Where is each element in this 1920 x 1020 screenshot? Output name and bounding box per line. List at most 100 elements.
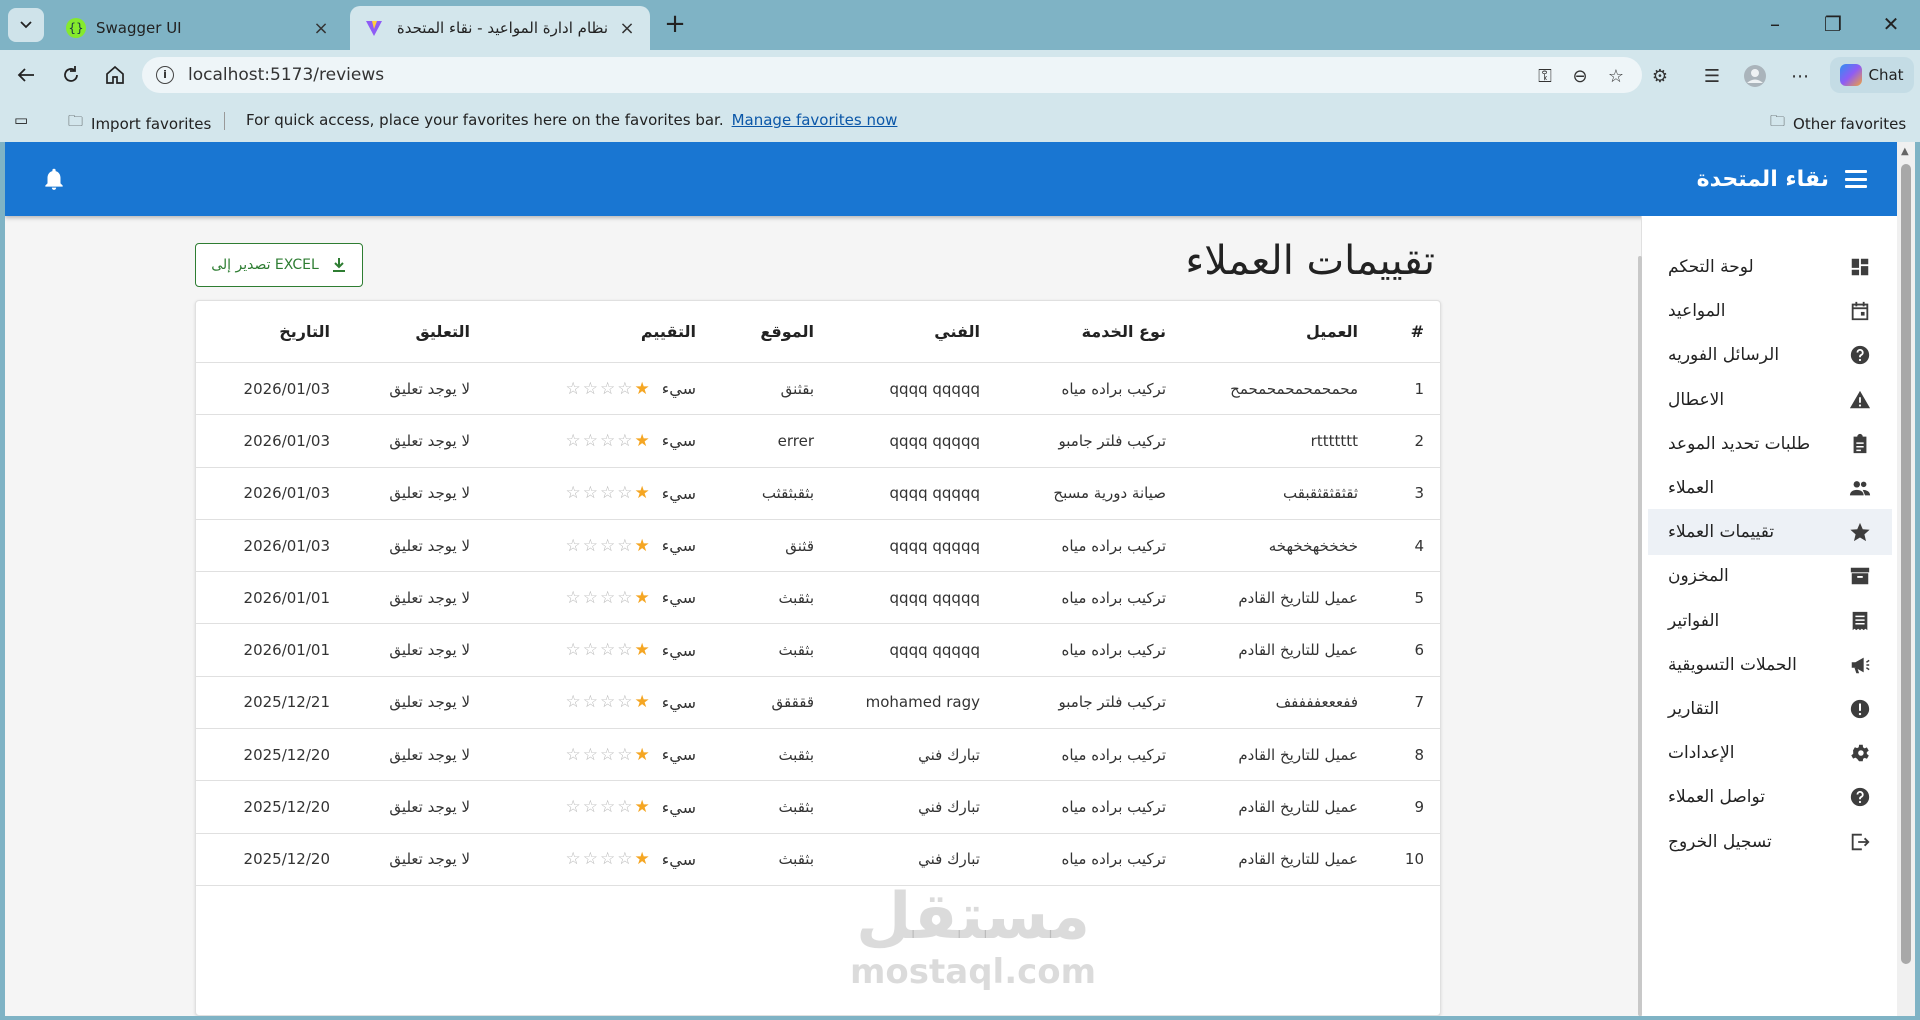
sidebar-item[interactable]: تواصل العملاء <box>1648 774 1892 820</box>
reload-icon <box>64 66 78 82</box>
star-empty-icon: ☆ <box>565 430 581 451</box>
address-bar[interactable]: i localhost:5173/reviews <box>142 57 1642 93</box>
col-service: نوع الخدمة <box>1081 322 1166 341</box>
close-tab-icon[interactable]: × <box>618 18 636 39</box>
import-favorites-button[interactable]: 🗀 Import favorites <box>68 111 211 136</box>
rating-label: سيء <box>661 483 696 503</box>
extensions-icon[interactable]: ⚙ <box>1647 63 1673 89</box>
sidebar-item[interactable]: المخزون <box>1648 553 1892 599</box>
star-filled-icon: ★ <box>634 849 650 870</box>
rating-stars: ★ ☆ ☆ ☆ ☆ <box>565 483 649 503</box>
favorite-star-icon[interactable]: ☆ <box>1603 63 1629 89</box>
profile-avatar[interactable] <box>1742 63 1768 89</box>
sidebar-item-label: التقارير <box>1668 699 1720 719</box>
star-empty-icon: ☆ <box>582 640 598 661</box>
back-button[interactable] <box>10 59 42 91</box>
menu-icon[interactable] <box>1845 170 1867 188</box>
zoom-out-icon[interactable]: ⊖ <box>1567 63 1593 89</box>
rating-label: سيء <box>661 797 696 817</box>
sidebar-item[interactable]: الرسائل الفوريه <box>1648 332 1892 378</box>
rating-label: سيء <box>661 849 696 869</box>
cell-date: 2026/01/01 <box>243 641 330 660</box>
close-tab-icon[interactable]: × <box>312 18 330 39</box>
reload-button[interactable] <box>55 59 87 91</box>
tab-swagger[interactable]: {} Swagger UI × <box>52 6 344 50</box>
page-scrollbar[interactable]: ▲ <box>1897 142 1915 1016</box>
tab-list-button[interactable] <box>8 8 44 42</box>
rating-stars: ★ ☆ ☆ ☆ ☆ <box>565 692 649 712</box>
table-row: 9 عميل للتاريخ القادم تركيب براده مياه تبار… <box>196 781 1440 834</box>
sidebar-item[interactable]: الإعدادات <box>1648 730 1892 776</box>
page-viewport: نقاء المتحدة لوحة التحكم المواعيد الرسائل … <box>5 142 1915 1016</box>
rating-label: سيء <box>661 431 696 451</box>
sidebar-item[interactable]: تقييمات العملاء <box>1648 509 1892 556</box>
reading-list-icon[interactable]: ▭ <box>14 111 28 129</box>
sidebar-item[interactable]: طلبات تحديد الموعد <box>1648 421 1892 467</box>
scroll-up-arrow-icon[interactable]: ▲ <box>1901 146 1909 157</box>
folder-icon: 🗀 <box>1770 112 1786 130</box>
rating-label: سيء <box>661 536 696 556</box>
sidebar-item[interactable]: الفواتير <box>1648 598 1892 644</box>
sidebar-item[interactable]: الاعطال <box>1648 377 1892 423</box>
cell-rating: سيء ★ ☆ ☆ ☆ ☆ <box>496 781 696 832</box>
notifications-bell-icon[interactable] <box>41 166 67 192</box>
maximize-button[interactable]: ❐ <box>1810 10 1856 40</box>
rating-label: سيء <box>661 745 696 765</box>
chat-label: Chat <box>1868 66 1904 84</box>
new-tab-button[interactable]: + <box>660 10 690 40</box>
cell-comment: لا يوجد تعليق <box>389 536 470 555</box>
sidebar-item[interactable]: المواعيد <box>1648 288 1892 334</box>
star-empty-icon: ☆ <box>599 849 616 870</box>
scrollbar-thumb[interactable] <box>1901 164 1911 964</box>
favorites-list-icon[interactable]: ☰ <box>1699 63 1725 89</box>
reviews-table: # العميل نوع الخدمة الفني الموقع التقييم… <box>195 300 1441 1016</box>
star-empty-icon: ☆ <box>565 378 581 399</box>
import-favorites-label: Import favorites <box>91 114 212 133</box>
cell-index: 9 <box>1414 798 1424 817</box>
site-info-icon[interactable]: i <box>156 66 174 84</box>
sidebar-item[interactable]: العملاء <box>1648 465 1892 511</box>
sidebar-item[interactable]: التقارير <box>1648 686 1892 732</box>
col-index: # <box>1410 322 1424 341</box>
swagger-icon: {} <box>66 18 86 38</box>
cell-date: 2025/12/20 <box>243 745 330 764</box>
star-empty-icon: ☆ <box>599 535 616 556</box>
sidebar-item[interactable]: الحملات التسويقية <box>1648 642 1892 688</box>
star-filled-icon: ★ <box>634 535 650 556</box>
cell-service: تركيب براده مياه <box>1061 379 1166 398</box>
cell-date: 2025/12/20 <box>243 850 330 869</box>
home-button[interactable] <box>99 59 131 91</box>
receipt-icon <box>1848 609 1872 633</box>
favorites-hint: For quick access, place your favorites h… <box>246 111 897 129</box>
close-window-button[interactable]: ✕ <box>1868 10 1914 40</box>
cell-technician: تبارك فني <box>918 850 980 869</box>
col-rating: التقييم <box>640 322 696 341</box>
more-options-icon[interactable]: ⋯ <box>1787 63 1813 89</box>
sidebar-item[interactable]: تسجيل الخروج <box>1648 819 1892 865</box>
star-empty-icon: ☆ <box>617 378 633 399</box>
star-empty-icon: ☆ <box>617 430 633 451</box>
people-icon <box>1848 476 1872 500</box>
key-icon[interactable]: ⚿ <box>1532 63 1558 89</box>
manage-favorites-link[interactable]: Manage favorites now <box>732 111 898 129</box>
tab-app[interactable]: نظام ادارة المواعيد - نقاء المتحدة × <box>350 6 650 50</box>
star-empty-icon: ☆ <box>582 692 598 713</box>
star-empty-icon: ☆ <box>565 483 581 504</box>
cell-date: 2026/01/01 <box>243 588 330 607</box>
sidebar-item-label: المواعيد <box>1668 301 1726 322</box>
sidebar-item[interactable]: لوحة التحكم <box>1648 244 1892 290</box>
minimize-button[interactable]: – <box>1752 10 1798 40</box>
export-excel-button[interactable]: تصدير إلى EXCEL <box>195 243 363 287</box>
cell-technician: qqqq qqqqq <box>889 484 980 503</box>
star-empty-icon: ☆ <box>617 744 633 765</box>
star-empty-icon: ☆ <box>599 483 616 504</box>
rating-stars: ★ ☆ ☆ ☆ ☆ <box>565 536 649 556</box>
copilot-chat-button[interactable]: Chat <box>1830 57 1914 93</box>
other-favorites-button[interactable]: 🗀 Other favorites <box>1770 111 1906 136</box>
sidebar-item-label: لوحة التحكم <box>1668 257 1754 277</box>
dashboard-icon <box>1848 255 1872 279</box>
tab-title: Swagger UI <box>96 19 182 37</box>
star-empty-icon: ☆ <box>617 692 633 713</box>
star-empty-icon: ☆ <box>565 640 581 661</box>
cell-technician: qqqq qqqqq <box>889 431 980 450</box>
